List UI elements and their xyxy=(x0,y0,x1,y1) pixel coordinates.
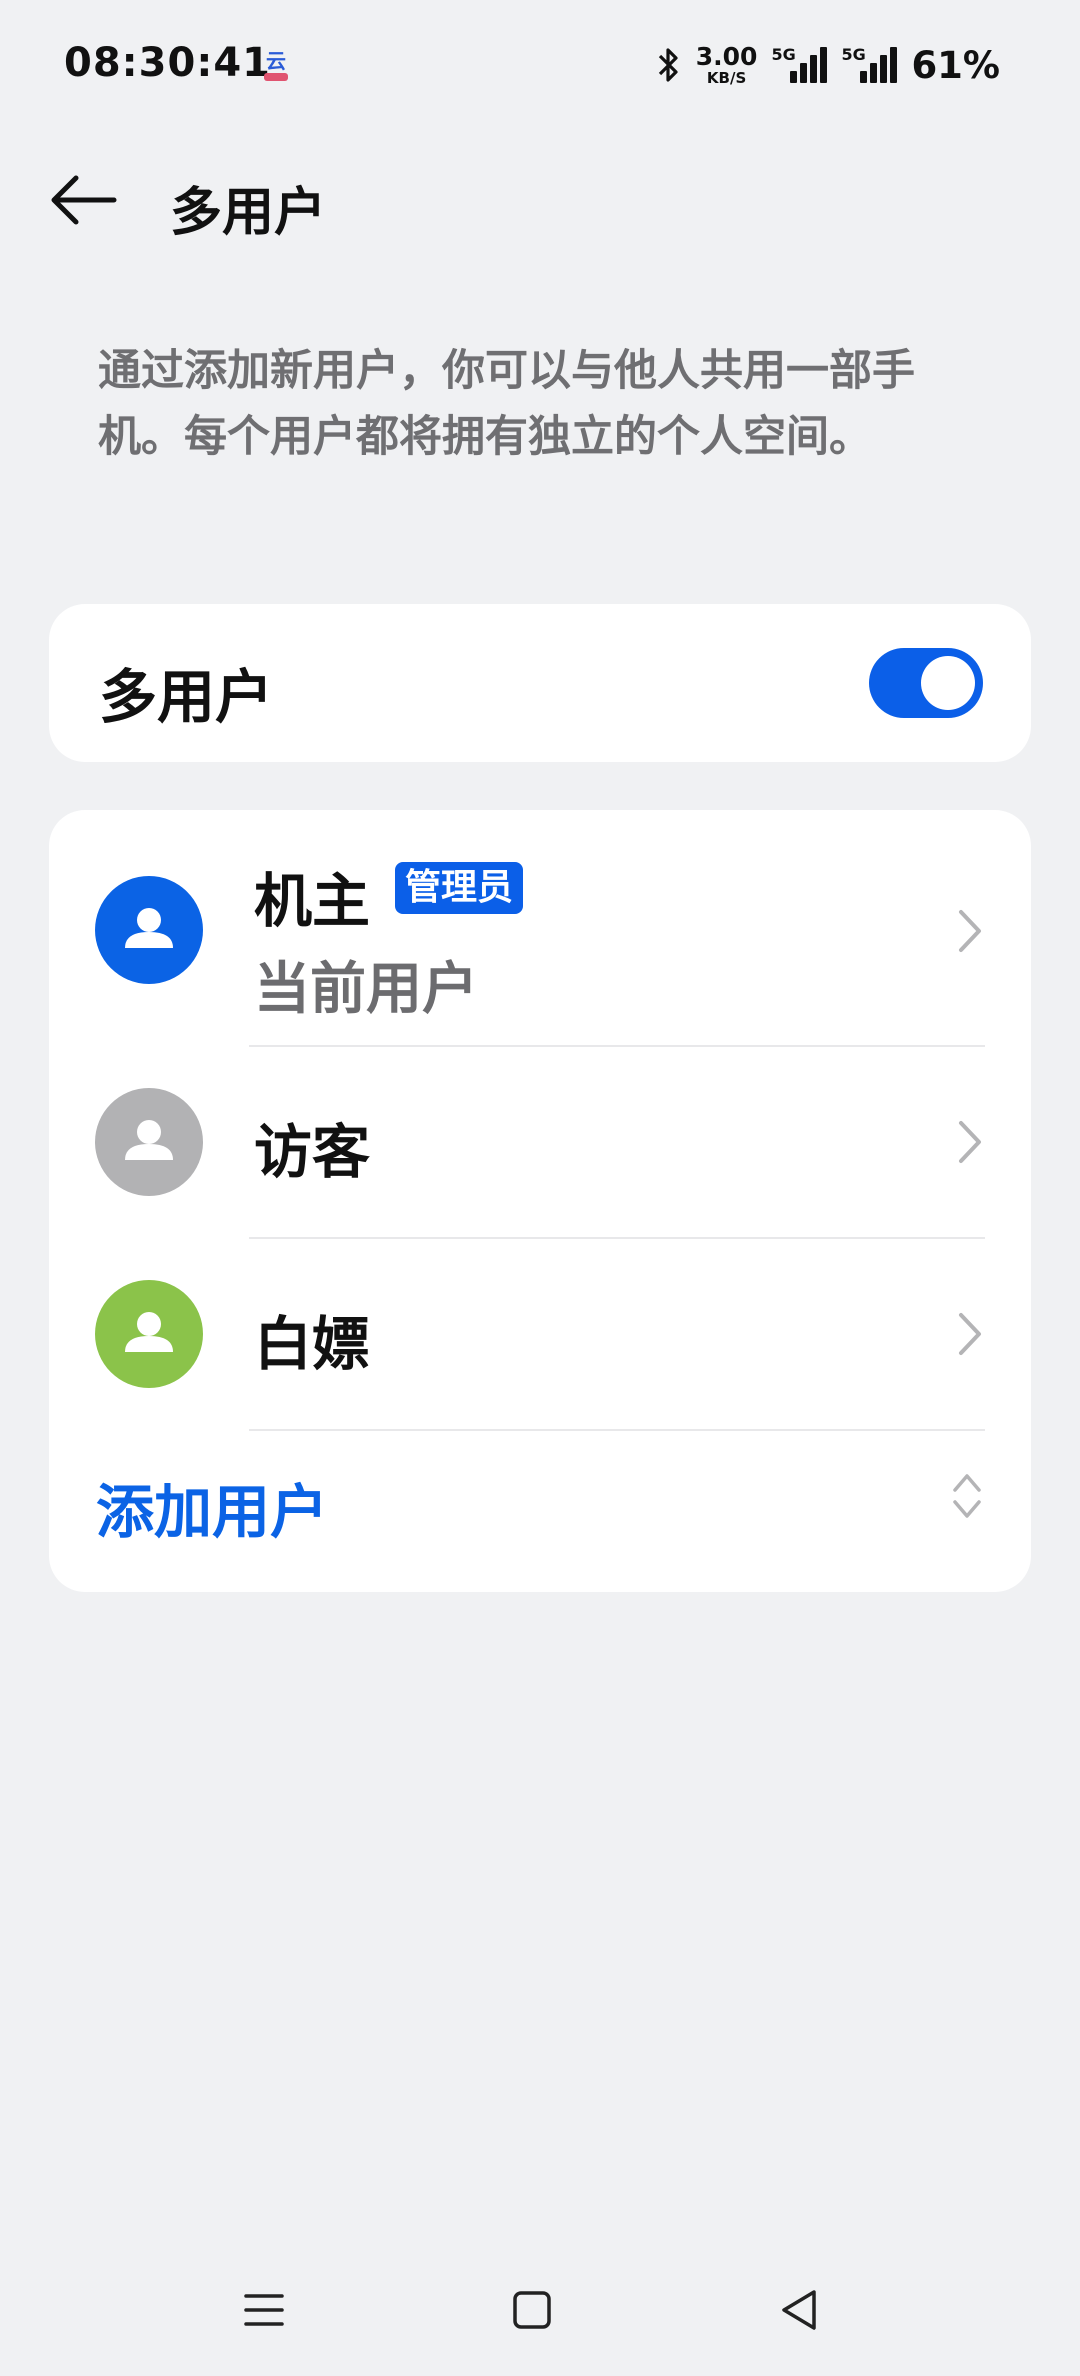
svg-text:云: 云 xyxy=(266,49,286,73)
user-subtitle: 当前用户 xyxy=(254,957,478,1022)
avatar xyxy=(95,876,203,984)
status-time: 08:30:41 xyxy=(64,40,271,86)
signal-bars-icon xyxy=(860,47,898,83)
person-icon xyxy=(125,908,173,948)
user-name: 白嫖 xyxy=(254,1310,371,1378)
battery-level: 61% xyxy=(911,43,1000,87)
back-arrow-icon xyxy=(51,175,117,225)
recents-menu-icon[interactable] xyxy=(234,2280,294,2340)
app-header: 多用户 xyxy=(0,150,1080,250)
multi-user-switch[interactable] xyxy=(869,648,983,718)
page-title: 多用户 xyxy=(170,183,327,243)
signal-bars-icon xyxy=(790,47,828,83)
user-row-3[interactable]: 白嫖 xyxy=(49,1239,1031,1429)
user-name: 机主 xyxy=(254,867,371,935)
user-name: 访客 xyxy=(254,1118,371,1186)
avatar xyxy=(95,1280,203,1388)
page-description: 通过添加新用户，你可以与他人共用一部手机。每个用户都将拥有独立的个人空间。 xyxy=(98,346,915,462)
network-speed-unit: KB/S xyxy=(706,69,747,87)
user-row-owner[interactable]: 机主 管理员 当前用户 xyxy=(49,810,1031,1046)
multi-user-toggle-card: 多用户 xyxy=(49,604,1031,762)
divider xyxy=(249,1429,985,1431)
back-button[interactable] xyxy=(44,168,124,232)
network-speed: 3.00 KB/S xyxy=(696,44,758,86)
chevron-right-icon xyxy=(959,910,981,952)
person-icon xyxy=(125,1312,173,1352)
status-bar: 08:30:41 云 3.00 KB/S 5G 5G 61% xyxy=(0,0,1080,130)
signal-sim1: 5G xyxy=(771,43,828,87)
multi-user-toggle-label: 多用户 xyxy=(99,663,274,731)
bluetooth-icon xyxy=(658,48,678,82)
admin-badge: 管理员 xyxy=(395,862,524,914)
person-icon xyxy=(125,1120,173,1160)
home-square-icon[interactable] xyxy=(502,2280,562,2340)
network-speed-value: 3.00 xyxy=(695,42,758,71)
chevron-right-icon xyxy=(959,1121,981,1163)
add-user-button[interactable]: 添加用户 xyxy=(96,1465,328,1549)
cloud-app-icon: 云 xyxy=(258,46,294,84)
expand-collapse-icon[interactable] xyxy=(949,1468,985,1524)
signal-sim2: 5G xyxy=(841,43,898,87)
user-list-card: 机主 管理员 当前用户 访客 白嫖 添加用户 xyxy=(49,810,1031,1592)
back-triangle-icon[interactable] xyxy=(770,2280,830,2340)
chevron-right-icon xyxy=(959,1313,981,1355)
status-indicators: 3.00 KB/S 5G 5G 61% xyxy=(656,40,1000,90)
user-row-guest[interactable]: 访客 xyxy=(49,1047,1031,1237)
avatar xyxy=(95,1088,203,1196)
system-nav-bar xyxy=(0,2260,1080,2360)
switch-knob xyxy=(921,656,975,710)
